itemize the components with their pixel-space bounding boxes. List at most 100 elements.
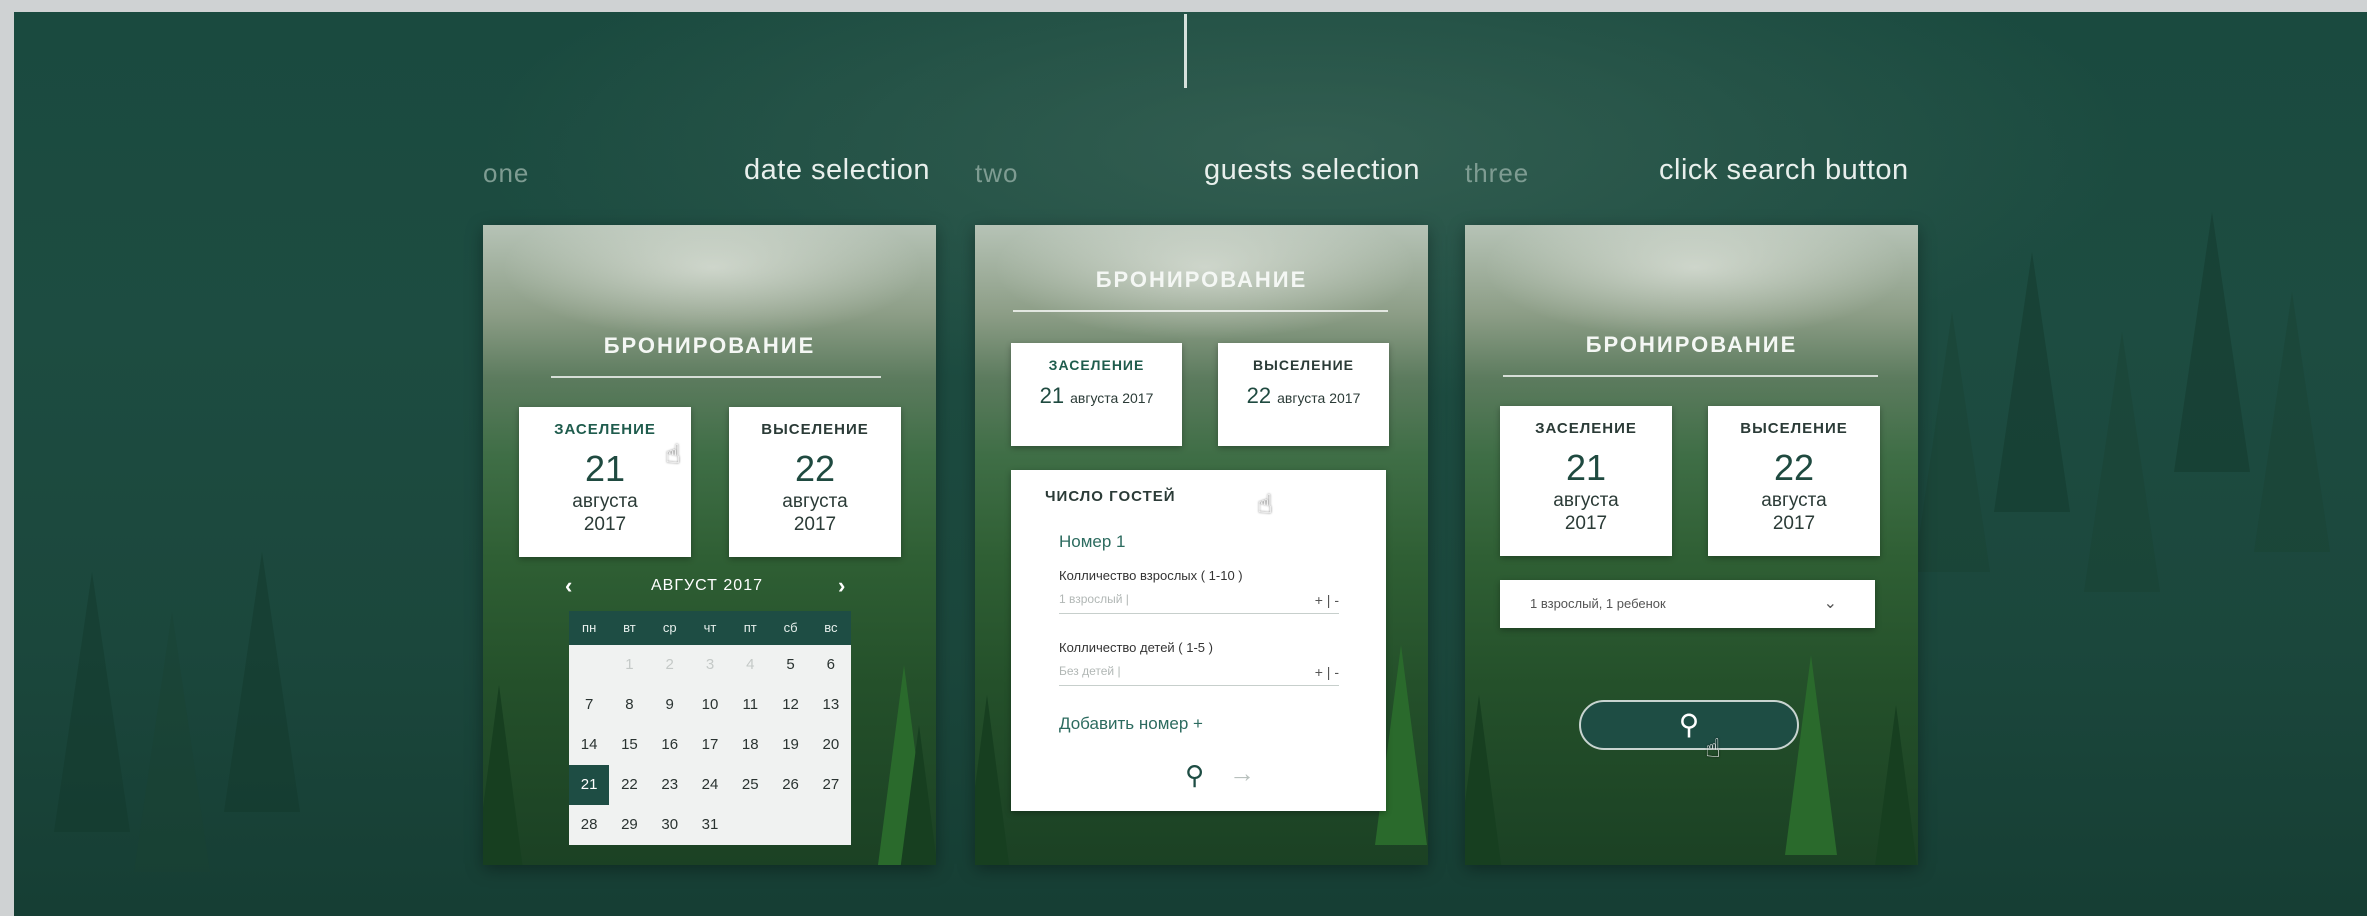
checkout-month: августа — [1761, 490, 1827, 511]
background-tree — [134, 612, 210, 872]
calendar-day[interactable]: 25 — [730, 765, 770, 805]
mist-overlay — [483, 225, 936, 395]
step-title-two: guests selection — [1204, 154, 1420, 186]
calendar-day-empty — [770, 805, 810, 845]
calendar-day[interactable]: 6 — [811, 645, 851, 685]
guests-select-value: 1 взрослый, 1 ребенок — [1530, 596, 1666, 611]
calendar-day[interactable]: 30 — [650, 805, 690, 845]
calendar-day-empty — [811, 805, 851, 845]
checkin-month-year: августа 2017 — [1070, 390, 1154, 406]
weekday-label: пт — [743, 620, 757, 635]
checkout-month-year: августа 2017 — [1277, 390, 1361, 406]
checkin-card[interactable]: ЗАСЕЛЕНИЕ 21 августа 2017 — [1500, 406, 1672, 556]
background-tree — [1994, 252, 2070, 512]
checkin-card[interactable]: ЗАСЕЛЕНИЕ 21 августа 2017 — [1011, 343, 1182, 446]
guests-select[interactable]: 1 взрослый, 1 ребенок ⌄ — [1500, 580, 1875, 628]
calendar-day[interactable]: 27 — [811, 765, 851, 805]
checkout-day: 22 — [1773, 447, 1815, 488]
hand-cursor-icon: ☝ — [1257, 489, 1273, 519]
panel-title: БРОНИРОВАНИЕ — [603, 333, 816, 358]
calendar-day[interactable]: 14 — [569, 725, 609, 765]
calendar-day[interactable]: 7 — [569, 685, 609, 725]
checkin-day: 21 — [1039, 383, 1065, 408]
search-icon[interactable]: ⚲ — [1185, 760, 1204, 791]
checkin-card[interactable]: ЗАСЕЛЕНИЕ 21 августа 2017 — [519, 407, 691, 557]
calendar-day[interactable]: 29 — [609, 805, 649, 845]
calendar-day[interactable]: 2 — [650, 645, 690, 685]
calendar-week: 1 2 3 4 5 6 — [569, 645, 851, 685]
background-tree — [54, 572, 130, 832]
checkin-month: августа — [1553, 490, 1619, 511]
checkout-label: ВЫСЕЛЕНИЕ — [1253, 357, 1354, 373]
calendar-day[interactable]: 9 — [650, 685, 690, 725]
calendar-day[interactable]: 10 — [690, 685, 730, 725]
weekday-label: пн — [582, 620, 597, 635]
checkout-day: 22 — [1246, 383, 1272, 408]
calendar-day[interactable]: 18 — [730, 725, 770, 765]
calendar-day[interactable]: 23 — [650, 765, 690, 805]
step-title-three: click search button — [1659, 154, 1909, 186]
top-divider — [1184, 14, 1187, 88]
calendar-day[interactable]: 13 — [811, 685, 851, 725]
calendar-day[interactable]: 17 — [690, 725, 730, 765]
calendar-day[interactable]: 3 — [690, 645, 730, 685]
checkin-label: ЗАСЕЛЕНИЕ — [554, 421, 656, 438]
booking-panel-date-selection: БРОНИРОВАНИЕ ЗАСЕЛЕНИЕ 21 августа 2017 В… — [483, 225, 936, 865]
checkin-year: 2017 — [1564, 513, 1608, 534]
panel-title: БРОНИРОВАНИЕ — [1095, 267, 1308, 292]
calendar-day[interactable]: 19 — [770, 725, 810, 765]
panel-tree — [1785, 655, 1837, 855]
children-field[interactable]: Без детей | + | - — [1059, 664, 1339, 686]
guests-heading: ЧИСЛО ГОСТЕЙ — [1045, 488, 1176, 505]
checkout-card[interactable]: ВЫСЕЛЕНИЕ 22 августа 2017 — [1708, 406, 1880, 556]
weekday-label: ср — [662, 620, 677, 635]
checkout-date: 22 августа 2017 — [1218, 383, 1389, 409]
adults-stepper[interactable]: + | - — [1315, 592, 1339, 608]
calendar-day[interactable]: 1 — [609, 645, 649, 685]
calendar-day[interactable]: 5 — [770, 645, 810, 685]
calendar-week: 21 22 23 24 25 26 27 — [569, 765, 851, 805]
checkin-date: 21 августа 2017 — [1011, 383, 1182, 409]
calendar-day[interactable]: 15 — [609, 725, 649, 765]
mist-overlay — [1465, 225, 1918, 395]
checkin-year: 2017 — [583, 514, 627, 535]
children-stepper[interactable]: + | - — [1315, 664, 1339, 680]
panel-tree — [483, 685, 525, 865]
checkout-card[interactable]: ВЫСЕЛЕНИЕ 22 августа 2017 — [1218, 343, 1389, 446]
arrow-right-icon[interactable]: → — [1229, 758, 1255, 789]
panel-tree — [893, 725, 936, 865]
chevron-right-icon[interactable]: › — [838, 573, 845, 599]
checkin-label: ЗАСЕЛЕНИЕ — [1535, 420, 1637, 437]
checkout-card[interactable]: ВЫСЕЛЕНИЕ 22 августа 2017 — [729, 407, 901, 557]
calendar-day[interactable]: 22 — [609, 765, 649, 805]
calendar-day[interactable]: 4 — [730, 645, 770, 685]
add-room-link[interactable]: Добавить номер + — [1059, 714, 1203, 734]
calendar-day-selected[interactable]: 21 — [569, 765, 610, 805]
calendar-week: 7 8 9 10 11 12 13 — [569, 685, 851, 725]
panel-title: БРОНИРОВАНИЕ — [1585, 332, 1798, 357]
checkout-label: ВЫСЕЛЕНИЕ — [1740, 420, 1848, 437]
calendar-day[interactable]: 12 — [770, 685, 810, 725]
panel-tree — [1465, 695, 1505, 865]
children-label: Колличество детей ( 1-5 ) — [1059, 640, 1213, 655]
calendar-day[interactable]: 16 — [650, 725, 690, 765]
calendar-month-label: АВГУСТ 2017 — [650, 577, 763, 594]
children-value: Без детей | — [1059, 664, 1121, 678]
weekday-label: вт — [623, 620, 636, 635]
adults-field[interactable]: 1 взрослый | + | - — [1059, 592, 1339, 614]
weekday-label: вс — [824, 620, 838, 635]
calendar-day[interactable]: 31 — [690, 805, 730, 845]
calendar-day[interactable]: 24 — [690, 765, 730, 805]
calendar-day[interactable]: 8 — [609, 685, 649, 725]
calendar-day[interactable]: 28 — [569, 805, 609, 845]
search-button[interactable]: ⚲ — [1579, 700, 1799, 750]
adults-label: Колличество взрослых ( 1-10 ) — [1059, 568, 1243, 583]
calendar-day[interactable]: 20 — [811, 725, 851, 765]
calendar-day[interactable]: 26 — [770, 765, 810, 805]
calendar-day-empty — [569, 645, 609, 685]
calendar-day-empty — [730, 805, 770, 845]
booking-panel-search: БРОНИРОВАНИЕ ЗАСЕЛЕНИЕ 21 августа 2017 В… — [1465, 225, 1918, 865]
step-number-three: three — [1465, 158, 1530, 188]
calendar-day[interactable]: 11 — [730, 685, 770, 725]
calendar-grid: пн вт ср чт пт сб вс 1 2 3 4 5 6 7 8 9 1… — [569, 611, 851, 845]
